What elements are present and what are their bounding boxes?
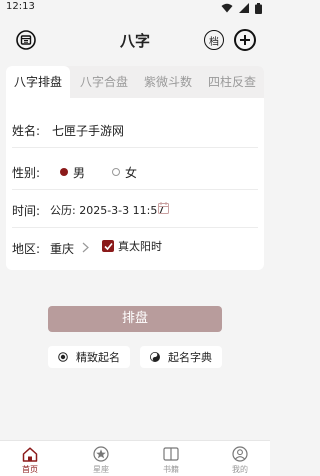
yin-yang-icon <box>150 352 160 362</box>
region-row: 地区: 重庆 真太阳时 <box>6 228 264 266</box>
bottom-nav: 首页 星座 书籍 我的 <box>0 440 270 476</box>
tab-sizhu-reverse[interactable]: 四柱反查 <box>200 66 264 98</box>
gender-male-label: 男 <box>73 165 86 180</box>
name-label: 姓名: <box>12 124 41 138</box>
status-bar: 12:13 <box>0 0 270 16</box>
checkbox-checked-icon <box>102 240 114 252</box>
tab-bazi-match[interactable]: 八字合盘 <box>72 66 136 98</box>
submit-button[interactable]: 排盘 <box>48 306 222 332</box>
nav-constellation[interactable]: 星座 <box>86 445 116 475</box>
status-time: 12:13 <box>6 1 35 12</box>
naming-dictionary-label: 起名字典 <box>168 351 212 364</box>
name-field[interactable]: 七匣子手游网 <box>52 122 124 139</box>
time-field[interactable]: 公历: 2025-3-3 11:57 <box>50 202 164 218</box>
tab-bar: 八字排盘 八字合盘 紫微斗数 四柱反查 <box>6 66 264 98</box>
nav-profile-label: 我的 <box>232 465 248 474</box>
nav-books-label: 书籍 <box>163 465 179 474</box>
gender-label: 性别: <box>12 166 41 180</box>
wifi-icon <box>221 3 233 13</box>
divider <box>12 147 258 148</box>
calendar-small-icon[interactable] <box>158 202 169 214</box>
nav-constellation-label: 星座 <box>93 465 109 474</box>
add-button[interactable] <box>234 29 256 51</box>
star-icon <box>86 445 116 463</box>
nav-profile[interactable]: 我的 <box>225 445 255 475</box>
app-header: 八字 档 <box>0 16 270 62</box>
chevron-right-icon[interactable] <box>82 242 89 253</box>
plus-icon <box>240 35 250 45</box>
naming-dictionary-button[interactable]: 起名字典 <box>140 346 222 368</box>
gender-row: 性别: 男 女 <box>6 152 264 190</box>
gender-female-label: 女 <box>125 165 138 180</box>
bazi-form-card: 八字排盘 八字合盘 紫微斗数 四柱反查 姓名: 七匣子手游网 性别: 男 女 时… <box>6 66 264 270</box>
profile-icon <box>225 445 255 463</box>
true-solar-label: 真太阳时 <box>118 240 162 253</box>
battery-icon <box>255 2 262 14</box>
page-title: 八字 <box>119 32 150 50</box>
gender-male-radio[interactable]: 男 <box>60 165 86 180</box>
book-icon <box>156 445 186 463</box>
true-solar-checkbox[interactable]: 真太阳时 <box>102 239 162 253</box>
nav-home[interactable]: 首页 <box>15 445 45 475</box>
fine-naming-label: 精致起名 <box>76 351 120 364</box>
radio-unselected-icon <box>112 168 120 176</box>
region-field[interactable]: 重庆 <box>50 240 74 257</box>
fine-naming-button[interactable]: 精致起名 <box>48 346 130 368</box>
status-icons <box>221 2 262 14</box>
time-label: 时间: <box>12 204 41 218</box>
nav-home-label: 首页 <box>22 465 38 474</box>
time-row: 时间: 公历: 2025-3-3 11:57 <box>6 190 264 228</box>
home-icon <box>15 445 45 463</box>
archive-label: 档 <box>209 36 219 48</box>
tab-bazi-chart[interactable]: 八字排盘 <box>6 66 70 98</box>
nav-books[interactable]: 书籍 <box>156 445 186 475</box>
tab-ziwei[interactable]: 紫微斗数 <box>136 66 200 98</box>
archive-button[interactable]: 档 <box>204 30 224 50</box>
gender-female-radio[interactable]: 女 <box>112 165 138 180</box>
region-label: 地区: <box>12 242 41 256</box>
name-row: 姓名: 七匣子手游网 <box>6 110 264 148</box>
target-icon <box>58 352 68 362</box>
signal-icon <box>239 3 249 13</box>
radio-selected-icon <box>60 168 68 176</box>
